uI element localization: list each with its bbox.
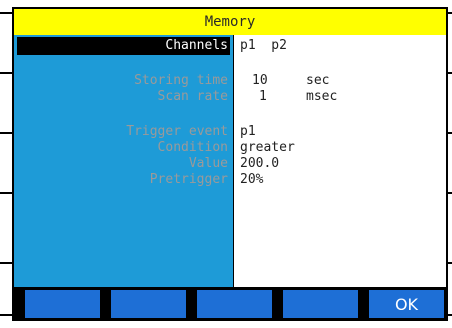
- condition-value[interactable]: greater: [240, 140, 295, 156]
- softkey-f1[interactable]: [25, 290, 100, 318]
- condition-label[interactable]: Condition: [158, 140, 228, 156]
- storing-time-unit: sec: [306, 73, 330, 88]
- scan-rate-unit: msec: [306, 89, 338, 104]
- storing-time-value[interactable]: 10: [252, 73, 268, 89]
- pretrigger-label[interactable]: Pretrigger: [150, 172, 228, 188]
- softkey-f2[interactable]: [111, 290, 186, 318]
- value-label[interactable]: Value: [189, 156, 228, 172]
- trigger-event-label[interactable]: Trigger event: [126, 124, 228, 140]
- channels-label[interactable]: Channels: [165, 38, 228, 54]
- softkey-f3[interactable]: [197, 290, 272, 318]
- pretrigger-value[interactable]: 20%: [240, 172, 263, 188]
- softkey-f4[interactable]: [283, 290, 358, 318]
- channels-value[interactable]: p1 p2: [240, 38, 287, 54]
- page-title: Memory: [14, 9, 446, 35]
- scan-rate-value[interactable]: 1: [259, 89, 267, 105]
- storing-time-label[interactable]: Storing time: [134, 73, 228, 89]
- ok-button[interactable]: OK: [369, 290, 444, 318]
- value-value[interactable]: 200.0: [240, 156, 279, 172]
- trigger-event-value[interactable]: p1: [240, 124, 256, 140]
- scan-rate-label[interactable]: Scan rate: [158, 89, 228, 105]
